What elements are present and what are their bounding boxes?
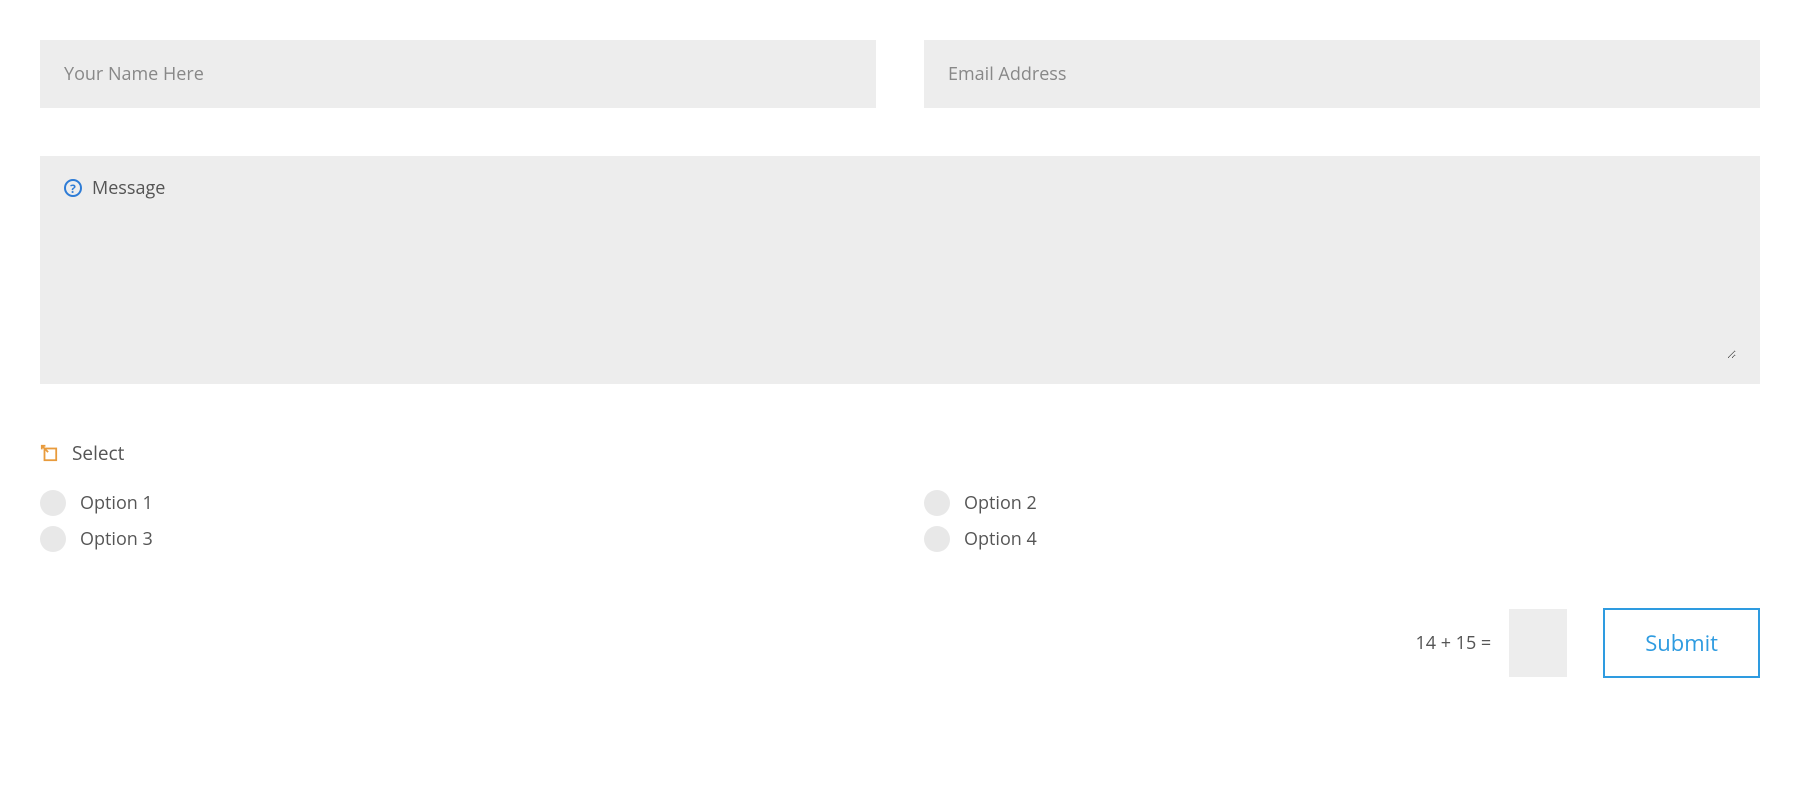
message-wrapper: ? Message: [40, 156, 1760, 384]
captcha-input[interactable]: [1509, 609, 1567, 677]
radio-option-2[interactable]: [924, 490, 950, 516]
option-label-2: Option 2: [964, 491, 1037, 515]
options-grid: Option 1 Option 2 Option 3 Option 4: [40, 490, 1760, 552]
option-label-4: Option 4: [964, 527, 1037, 551]
select-label: Select: [72, 440, 124, 466]
name-input[interactable]: [40, 40, 876, 108]
select-section: Select Option 1 Option 2 Option 3 Option…: [40, 440, 1760, 552]
option-label-3: Option 3: [80, 527, 153, 551]
help-icon[interactable]: ?: [64, 179, 82, 197]
radio-option-4[interactable]: [924, 526, 950, 552]
submit-row: 14 + 15 = Submit: [40, 608, 1760, 678]
option-item-2: Option 2: [924, 490, 1760, 516]
message-label: Message: [92, 176, 165, 200]
option-label-1: Option 1: [80, 491, 153, 515]
message-label-row: ? Message: [64, 176, 1736, 200]
name-email-row: [40, 40, 1760, 108]
radio-option-1[interactable]: [40, 490, 66, 516]
submit-button[interactable]: Submit: [1603, 608, 1760, 678]
captcha-question: 14 + 15 =: [1415, 631, 1491, 655]
email-input[interactable]: [924, 40, 1760, 108]
option-item-4: Option 4: [924, 526, 1760, 552]
contact-form: ? Message Select Option 1 Option 2: [40, 40, 1760, 678]
message-input[interactable]: [64, 204, 1736, 359]
radio-option-3[interactable]: [40, 526, 66, 552]
select-header: Select: [40, 440, 1760, 466]
arrow-box-icon: [40, 444, 58, 462]
option-item-3: Option 3: [40, 526, 876, 552]
option-item-1: Option 1: [40, 490, 876, 516]
